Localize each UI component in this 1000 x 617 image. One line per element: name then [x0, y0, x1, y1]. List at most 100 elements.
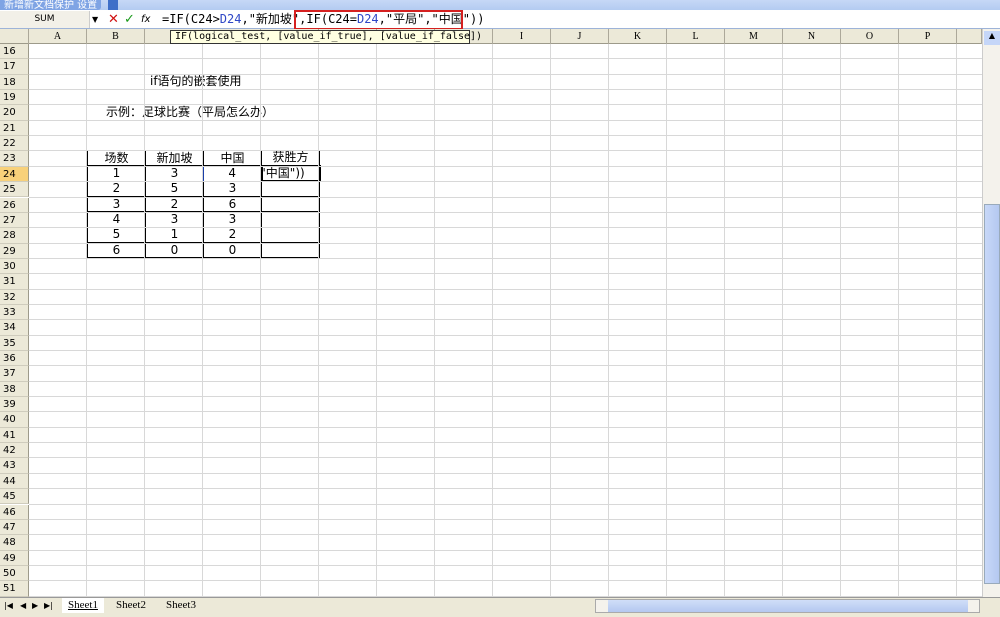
row-header-24[interactable]: 24 — [0, 166, 29, 183]
row-header-26[interactable]: 26 — [0, 197, 29, 213]
column-header-partial[interactable] — [957, 29, 982, 44]
select-all-corner[interactable] — [0, 29, 29, 44]
row-header-37[interactable]: 37 — [0, 366, 29, 382]
cell[interactable]: 获胜方 — [261, 149, 320, 167]
tab-sheet2[interactable]: Sheet2 — [110, 598, 152, 613]
row-header-50[interactable]: 50 — [0, 565, 29, 582]
cell[interactable]: 6 — [87, 242, 146, 259]
row-header-51[interactable]: 51 — [0, 581, 29, 597]
column-header-A[interactable]: A — [29, 29, 87, 44]
cell[interactable]: 1 — [145, 226, 204, 244]
row-header-30[interactable]: 30 — [0, 258, 29, 275]
cell[interactable]: 2 — [203, 226, 262, 244]
gridline — [29, 135, 982, 137]
row-header-49[interactable]: 49 — [0, 550, 29, 566]
row-header-17[interactable]: 17 — [0, 59, 29, 75]
row-header-33[interactable]: 33 — [0, 304, 29, 321]
cell[interactable]: 2 — [145, 196, 204, 213]
cell[interactable]: 2 — [87, 180, 146, 198]
cell[interactable] — [261, 196, 320, 213]
cell[interactable]: '中国")) — [260, 164, 321, 183]
cell[interactable]: 0 — [145, 242, 204, 259]
row-header-38[interactable]: 38 — [0, 381, 29, 398]
row-header-42[interactable]: 42 — [0, 443, 29, 459]
vertical-scrollbar[interactable]: ▲ — [982, 29, 1000, 597]
cell[interactable] — [261, 226, 320, 244]
row-header-34[interactable]: 34 — [0, 320, 29, 336]
last-sheet-icon[interactable]: ▶| — [44, 601, 53, 610]
formula-part: =IF(C24> — [162, 12, 220, 26]
column-header-L[interactable]: L — [667, 29, 725, 44]
cell[interactable]: 中国 — [203, 149, 262, 167]
insert-function-icon[interactable]: fx — [141, 11, 150, 28]
column-header-B[interactable]: B — [87, 29, 145, 44]
cell[interactable] — [261, 242, 320, 259]
row-header-35[interactable]: 35 — [0, 335, 29, 351]
name-box[interactable]: SUM — [0, 11, 90, 28]
first-sheet-icon[interactable]: |◀ — [4, 601, 13, 610]
prev-sheet-icon[interactable]: ◀ — [20, 601, 26, 610]
row-header-27[interactable]: 27 — [0, 212, 29, 229]
cell[interactable]: 场数 — [87, 149, 146, 167]
scroll-thumb[interactable] — [608, 600, 968, 612]
grid[interactable]: if语句的嵌套使用 示例：足球比赛（平局怎么办） 场数 新加坡 中国 获胜方 1 3 4 '中… — [0, 44, 982, 597]
horizontal-scrollbar[interactable] — [595, 599, 980, 613]
cell[interactable]: 3 — [87, 196, 146, 213]
tab-sheet3[interactable]: Sheet3 — [160, 598, 202, 613]
row-header-22[interactable]: 22 — [0, 136, 29, 152]
cell[interactable] — [261, 211, 320, 228]
row-header-47[interactable]: 47 — [0, 519, 29, 536]
row-header-40[interactable]: 40 — [0, 412, 29, 428]
column-header-I[interactable]: I — [493, 29, 551, 44]
scroll-thumb[interactable] — [984, 204, 1000, 584]
cell[interactable]: 1 — [87, 165, 146, 182]
gridline — [29, 442, 982, 444]
gridline — [29, 288, 982, 290]
cell[interactable]: 3 — [145, 211, 204, 228]
row-header-16[interactable]: 16 — [0, 44, 29, 60]
cell[interactable]: 3 — [145, 165, 204, 182]
column-header-M[interactable]: M — [725, 29, 783, 44]
next-sheet-icon[interactable]: ▶ — [32, 601, 38, 610]
table-header-row: 场数 新加坡 中国 获胜方 — [87, 149, 320, 167]
row-header-29[interactable]: 29 — [0, 243, 29, 259]
cell[interactable]: 3 — [203, 211, 262, 228]
row-header-18[interactable]: 18 — [0, 74, 29, 91]
row-header-21[interactable]: 21 — [0, 120, 29, 137]
column-header-O[interactable]: O — [841, 29, 899, 44]
row-header-43[interactable]: 43 — [0, 458, 29, 474]
column-header-K[interactable]: K — [609, 29, 667, 44]
row-header-25[interactable]: 25 — [0, 182, 29, 198]
scroll-up-icon[interactable]: ▲ — [984, 31, 1000, 45]
tab-sheet1[interactable]: Sheet1 — [62, 598, 104, 613]
cell[interactable]: 4 — [203, 165, 262, 182]
row-header-20[interactable]: 20 — [0, 105, 29, 121]
row-header-41[interactable]: 41 — [0, 427, 29, 444]
column-header-J[interactable]: J — [551, 29, 609, 44]
row-header-19[interactable]: 19 — [0, 90, 29, 106]
column-header-N[interactable]: N — [783, 29, 841, 44]
row-header-32[interactable]: 32 — [0, 289, 29, 305]
row-header-28[interactable]: 28 — [0, 228, 29, 244]
cell[interactable]: 5 — [87, 226, 146, 244]
row-header-39[interactable]: 39 — [0, 397, 29, 413]
cancel-icon[interactable]: ✕ — [108, 11, 119, 28]
name-box-dropdown-icon[interactable]: ▼ — [92, 11, 98, 28]
row-header-31[interactable]: 31 — [0, 274, 29, 290]
row-header-23[interactable]: 23 — [0, 151, 29, 167]
cell[interactable]: 新加坡 — [145, 149, 204, 167]
cell[interactable]: 0 — [203, 242, 262, 259]
cell[interactable]: 6 — [203, 196, 262, 213]
cell[interactable]: 3 — [203, 180, 262, 198]
column-header-P[interactable]: P — [899, 29, 957, 44]
row-header-36[interactable]: 36 — [0, 351, 29, 367]
row-header-45[interactable]: 45 — [0, 489, 29, 505]
cell[interactable] — [261, 180, 320, 198]
cell[interactable]: 4 — [87, 211, 146, 228]
enter-icon[interactable]: ✓ — [124, 11, 135, 28]
toolbar-dropdown[interactable] — [108, 0, 118, 10]
cell[interactable]: 5 — [145, 180, 204, 198]
row-header-46[interactable]: 46 — [0, 504, 29, 520]
row-header-44[interactable]: 44 — [0, 473, 29, 490]
row-header-48[interactable]: 48 — [0, 535, 29, 551]
